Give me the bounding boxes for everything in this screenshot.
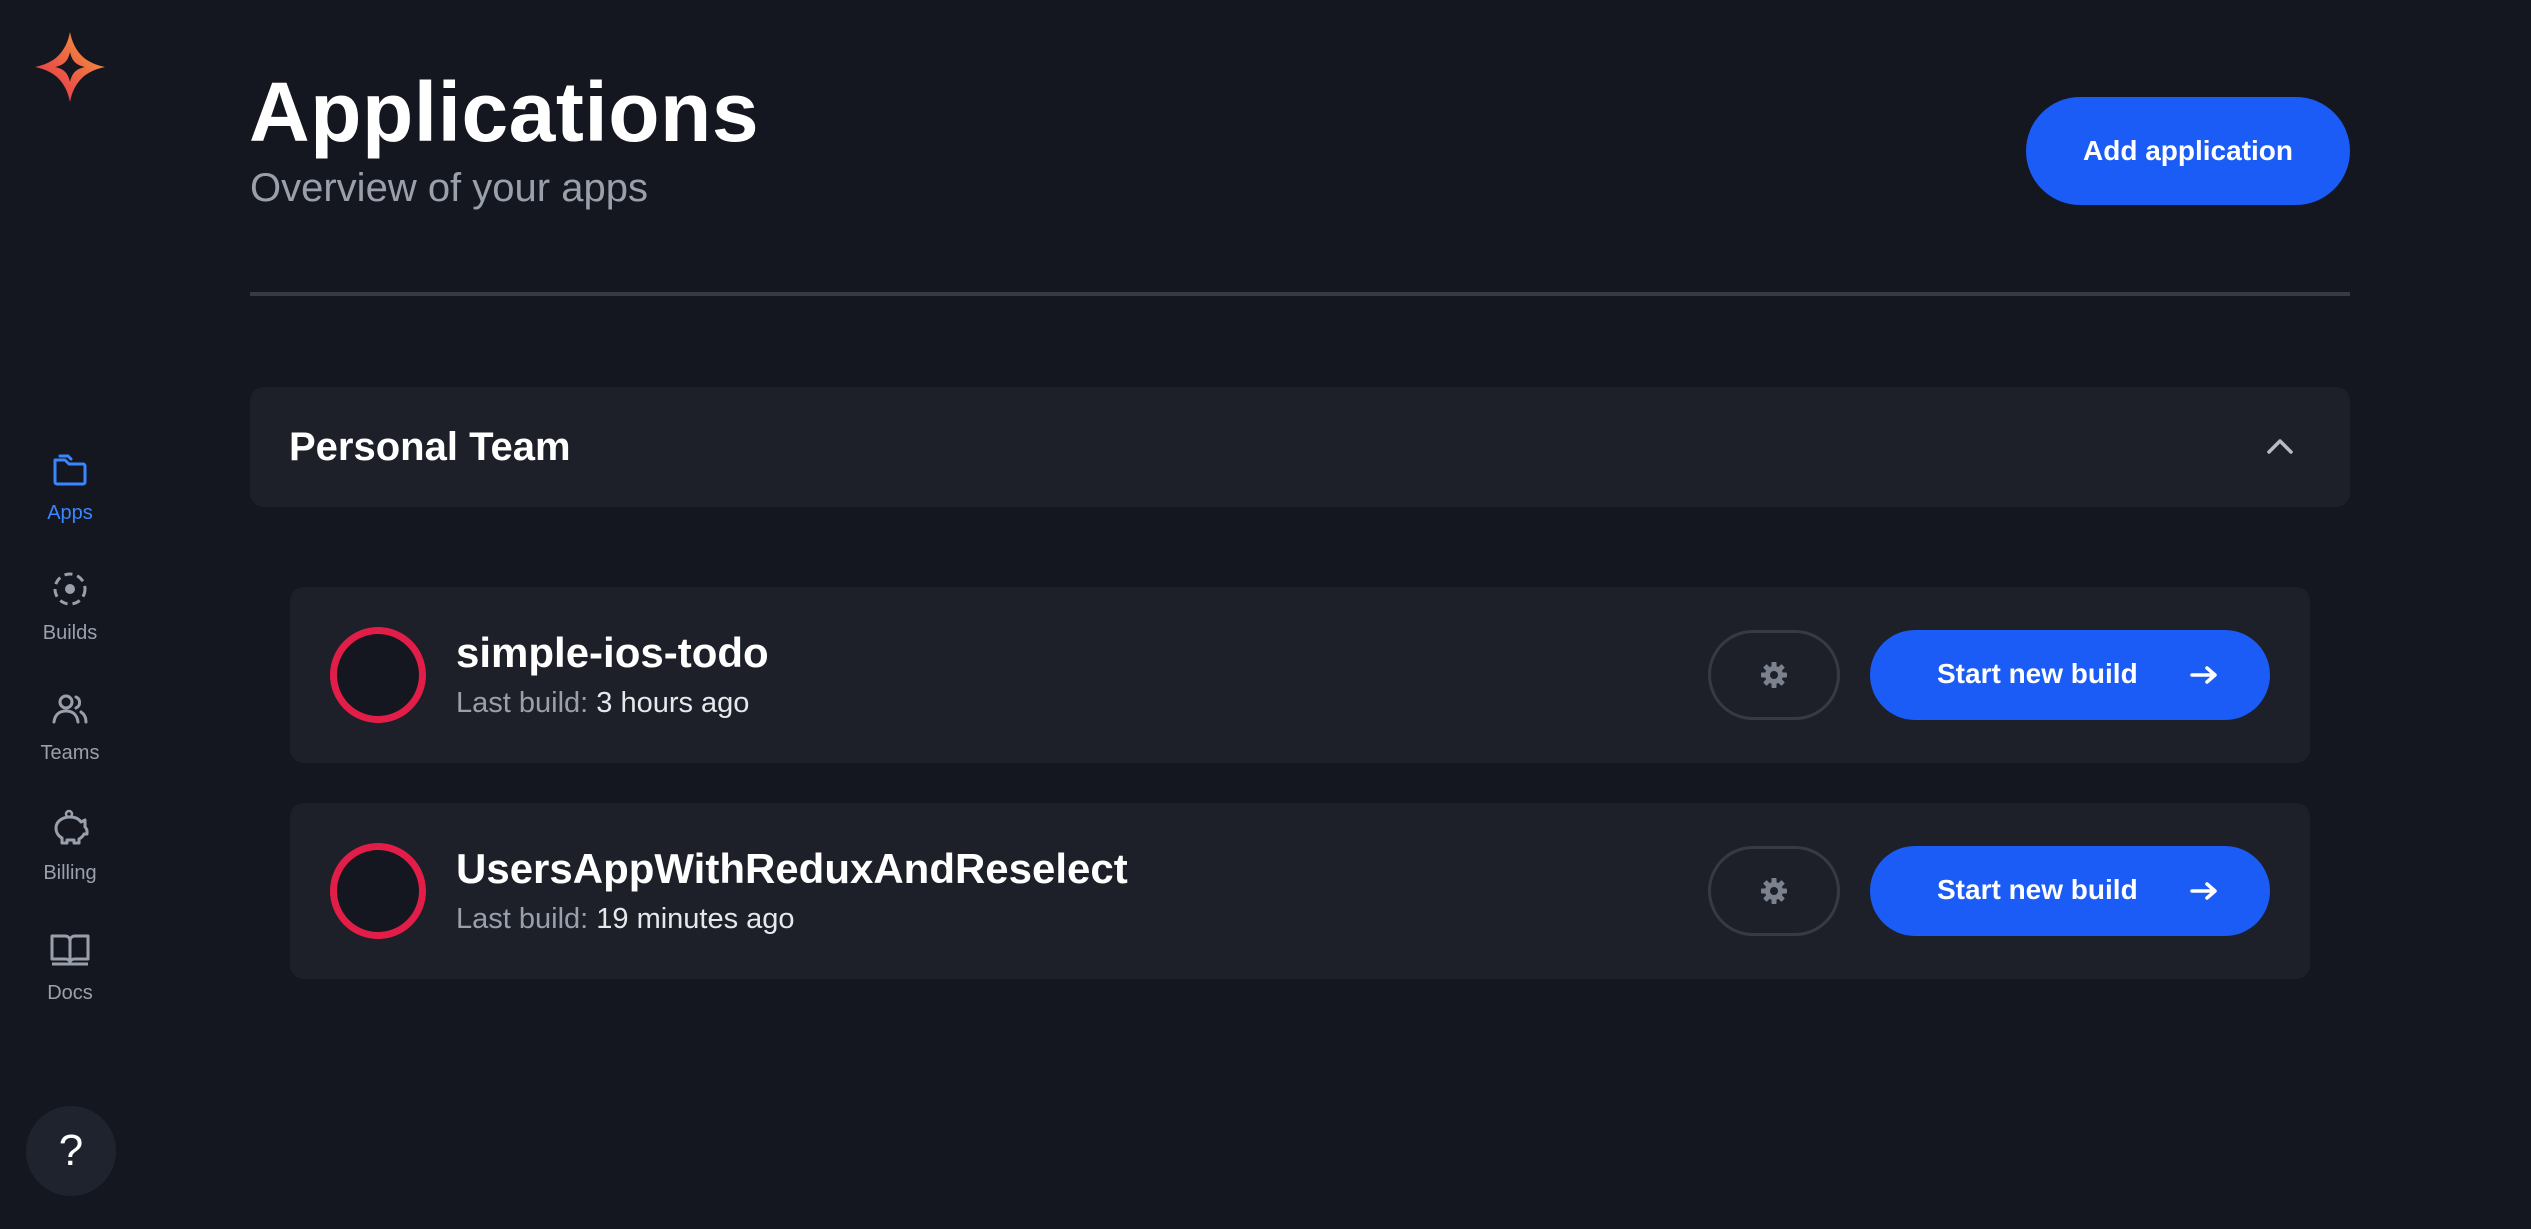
app-name[interactable]: simple-ios-todo <box>456 629 769 677</box>
header-divider <box>250 292 2350 296</box>
sidebar-item-label: Docs <box>47 982 93 1004</box>
build-status-indicator <box>330 627 426 723</box>
help-button[interactable]: ? <box>26 1106 116 1196</box>
last-build-value: 19 minutes ago <box>596 903 795 935</box>
piggy-bank-icon <box>54 809 89 845</box>
page-title: Applications <box>249 65 760 159</box>
gear-icon <box>1761 878 1787 904</box>
sidebar: Apps Builds Teams Billing Docs ? <box>0 0 140 1229</box>
app-card: simple-ios-todo Last build: 3 hours ago … <box>290 587 2310 763</box>
sidebar-item-label: Builds <box>42 622 98 644</box>
start-new-build-button[interactable]: Start new build <box>1870 630 2270 720</box>
users-icon <box>52 694 88 724</box>
sidebar-item-label: Teams <box>40 742 100 764</box>
app-settings-button[interactable] <box>1708 846 1840 936</box>
book-icon <box>50 934 90 966</box>
gear-icon <box>1761 662 1787 688</box>
app-settings-button[interactable] <box>1708 630 1840 720</box>
last-build-info: Last build: 3 hours ago <box>456 687 749 720</box>
sidebar-item-teams[interactable]: Teams <box>0 686 140 786</box>
builds-cycle-icon <box>53 572 87 606</box>
sparkle-logo-icon[interactable] <box>31 28 109 106</box>
build-status-indicator <box>330 843 426 939</box>
chevron-up-icon[interactable] <box>2264 431 2296 463</box>
arrow-right-icon <box>2190 666 2217 684</box>
last-build-info: Last build: 19 minutes ago <box>456 903 795 936</box>
page-subtitle: Overview of your apps <box>250 166 648 210</box>
sidebar-item-billing[interactable]: Billing <box>0 806 140 906</box>
add-application-button[interactable]: Add application <box>2026 97 2350 205</box>
last-build-label: Last build: <box>456 687 589 719</box>
last-build-value: 3 hours ago <box>596 687 750 719</box>
app-card: UsersAppWithReduxAndReselect Last build:… <box>290 803 2310 979</box>
sidebar-item-apps[interactable]: Apps <box>0 446 140 546</box>
start-new-build-label: Start new build <box>1937 874 2138 905</box>
folders-icon <box>53 454 87 486</box>
sidebar-item-label: Billing <box>43 862 97 884</box>
team-section-header[interactable]: Personal Team <box>250 387 2350 507</box>
arrow-right-icon <box>2190 882 2217 900</box>
app-name[interactable]: UsersAppWithReduxAndReselect <box>456 845 1128 893</box>
sidebar-item-builds[interactable]: Builds <box>0 566 140 666</box>
start-new-build-label: Start new build <box>1937 658 2138 689</box>
last-build-label: Last build: <box>456 903 589 935</box>
sidebar-item-label: Apps <box>47 502 93 524</box>
sidebar-item-docs[interactable]: Docs <box>0 926 140 1026</box>
team-name: Personal Team <box>289 425 571 469</box>
start-new-build-button[interactable]: Start new build <box>1870 846 2270 936</box>
